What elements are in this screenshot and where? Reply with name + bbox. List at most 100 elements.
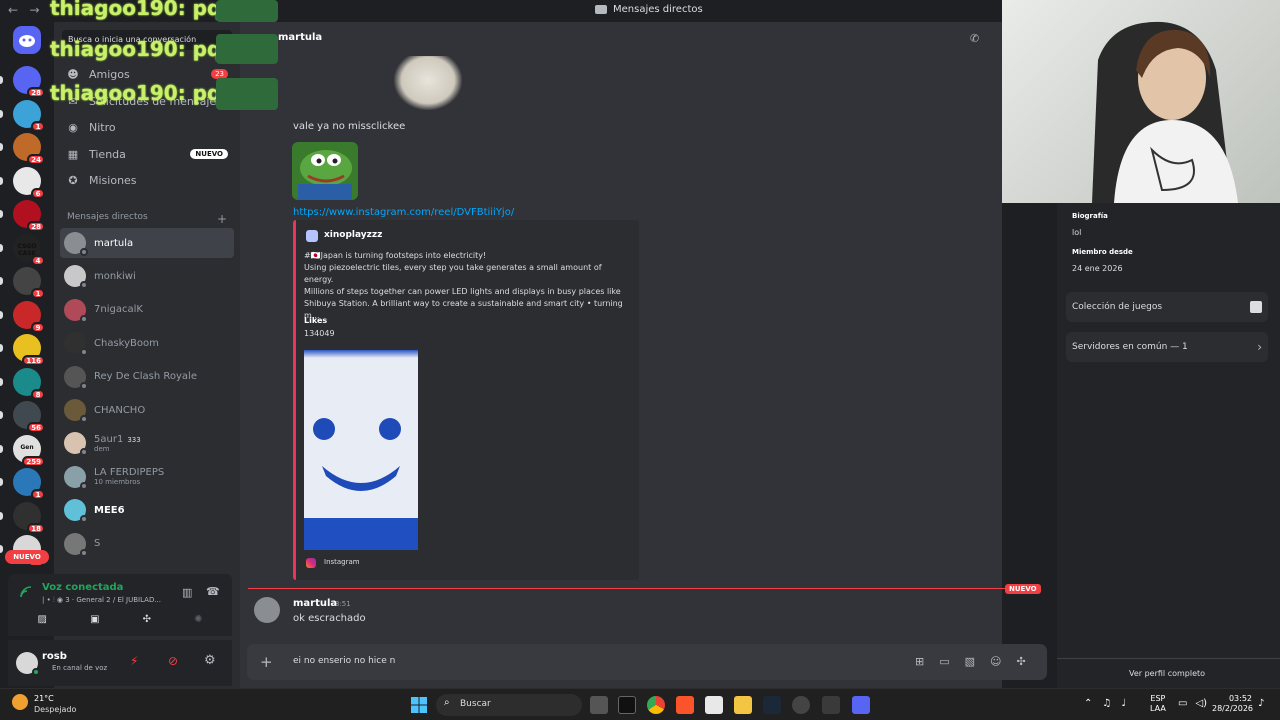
settings-gear-icon[interactable]: ⚙	[204, 653, 216, 668]
dm-name: CHANCHO	[94, 404, 146, 416]
dm-item[interactable]: S	[60, 529, 234, 559]
volume-icon[interactable]: ◁)	[1195, 698, 1207, 709]
mention-badge: 1	[31, 120, 45, 132]
mic-icon[interactable]: ♩	[1121, 698, 1126, 709]
dm-item[interactable]: MEE6	[60, 495, 234, 525]
store-icon[interactable]	[705, 696, 723, 714]
clock[interactable]: 03:52 28/2/2026	[1212, 694, 1253, 714]
emoji-icon[interactable]: ☺	[990, 655, 1001, 668]
steam-icon[interactable]	[763, 696, 781, 714]
nav-label: Amigos	[89, 67, 130, 81]
camera-off-icon[interactable]: ▨	[38, 614, 47, 632]
activities-icon[interactable]: ✣	[143, 614, 151, 632]
dm-item[interactable]: LA FERDIPEPS 10 miembros	[60, 462, 234, 492]
apps-icon[interactable]: ✣	[1017, 655, 1026, 668]
link-embed: xinoplayzzz #🇯🇵Japan is turning footstep…	[293, 220, 639, 580]
embed-thumbnail[interactable]	[304, 350, 418, 550]
screen-share-icon[interactable]: ▣	[90, 614, 99, 632]
dm-item[interactable]: Rey De Clash Royale	[60, 362, 234, 392]
weather-desc[interactable]: Despejado	[34, 705, 76, 714]
server-icon[interactable]: 1	[13, 99, 45, 132]
server-icon[interactable]: 6	[13, 166, 45, 199]
server-icon[interactable]: CSGO CASE 4	[13, 233, 45, 266]
home-button[interactable]	[13, 26, 41, 54]
stream-overlay-message: thiagoo190: pq	[50, 0, 222, 20]
user-avatar[interactable]	[16, 652, 40, 676]
disconnect-icon[interactable]: ☎	[206, 585, 220, 598]
add-dm-button[interactable]: +	[217, 212, 227, 226]
back-icon[interactable]: ←	[8, 3, 18, 17]
deafen-icon[interactable]: ⊘	[168, 654, 178, 668]
dm-item[interactable]: monkiwi	[60, 261, 234, 291]
discord-taskbar-icon[interactable]	[852, 696, 870, 714]
embed-line: Millions of steps together can power LED…	[304, 287, 621, 296]
weather-temp[interactable]: 21°C	[34, 694, 54, 703]
app-icon[interactable]	[822, 696, 840, 714]
windows-start-icon[interactable]	[410, 696, 428, 714]
message-avatar[interactable]	[254, 597, 280, 623]
message-author[interactable]: martula	[293, 598, 337, 609]
unread-pill	[0, 444, 3, 453]
nav-quests[interactable]: ✪ Misiones	[62, 167, 232, 193]
game-icon	[1250, 301, 1262, 313]
soundboard-icon[interactable]: ▥	[182, 586, 192, 599]
notification-bell-icon[interactable]: ♪	[1258, 698, 1264, 709]
server-icon[interactable]: 18	[13, 501, 45, 534]
call-icon[interactable]: ✆	[970, 32, 979, 45]
chevron-up-icon[interactable]: ⌃	[1084, 698, 1092, 709]
server-icon[interactable]: 28	[13, 66, 45, 98]
network-icon[interactable]: ▭	[1178, 698, 1187, 709]
server-icon[interactable]: 8	[13, 367, 45, 400]
server-icon[interactable]: 9	[13, 300, 45, 333]
embed-author[interactable]: xinoplayzzz	[324, 230, 382, 240]
nav-nitro[interactable]: ◉ Nitro	[62, 114, 232, 140]
server-icon[interactable]: 1	[13, 468, 45, 500]
bio-text: lol	[1072, 228, 1082, 237]
unread-pill	[0, 243, 3, 252]
dm-item[interactable]: 7nigacalK	[60, 295, 234, 325]
message-input-text[interactable]: ei no enserio no hice n	[293, 656, 395, 666]
dm-item[interactable]: 5aur1 333 dem	[60, 428, 234, 458]
forward-icon[interactable]: →	[30, 3, 40, 17]
gift-icon[interactable]: ⊞	[915, 655, 924, 668]
nav-label: Misiones	[89, 173, 137, 187]
mention-badge: 24	[27, 154, 45, 165]
task-view-icon[interactable]	[590, 696, 608, 714]
chrome-icon[interactable]	[647, 696, 665, 714]
dm-item[interactable]: martula	[60, 228, 234, 258]
brave-icon[interactable]	[676, 696, 694, 714]
game-collection-button[interactable]: Colección de juegos	[1066, 292, 1268, 322]
epic-games-icon[interactable]	[618, 696, 636, 714]
soundboard-effect-icon[interactable]: ✺	[194, 614, 202, 632]
dm-item[interactable]: ChaskyBoom	[60, 328, 234, 358]
voice-status[interactable]: Voz conectada	[42, 582, 123, 593]
obs-icon[interactable]	[792, 696, 810, 714]
mutual-servers-button[interactable]: Servidores en común — 1 ›	[1066, 332, 1268, 362]
server-icon[interactable]: 56	[13, 401, 45, 433]
file-explorer-icon[interactable]	[734, 696, 752, 714]
server-icon[interactable]: 1	[13, 267, 45, 299]
nav-shop[interactable]: ▦ Tienda NUEVO	[62, 141, 232, 167]
server-icon[interactable]: 28	[13, 200, 45, 232]
embed-line: Using piezoelectric tiles, every step yo…	[304, 263, 602, 284]
gif-icon[interactable]: ▭	[939, 655, 949, 668]
discord-icon	[19, 35, 35, 47]
headset-icon[interactable]: ♫	[1102, 698, 1111, 709]
attach-plus-icon[interactable]: +	[260, 653, 273, 671]
server-icon[interactable]: 116	[13, 334, 45, 366]
compass-icon: ✪	[68, 173, 78, 187]
taskbar-search[interactable]: Buscar	[436, 694, 582, 716]
voice-channel[interactable]: | • ⫶ ◉ 3 · General 2 / El JUBILAD...	[42, 596, 161, 605]
dm-item[interactable]: CHANCHO	[60, 395, 234, 425]
new-servers-pill[interactable]: NUEVO	[5, 550, 49, 564]
language-indicator[interactable]: ESP LAA	[1150, 694, 1166, 714]
sticker-icon[interactable]: ▧	[965, 655, 975, 668]
mutual-servers-label: Servidores en común — 1	[1072, 342, 1188, 352]
view-full-profile-button[interactable]: Ver perfil completo	[1129, 669, 1205, 678]
mic-muted-icon[interactable]: ⚡	[130, 654, 138, 668]
server-icon[interactable]: Gen 259	[13, 434, 45, 467]
server-icon[interactable]: 24	[13, 133, 45, 165]
message-input[interactable]: + ei no enserio no hice n ⊞ ▭ ▧ ☺ ✣	[247, 644, 1047, 680]
instagram-link[interactable]: https://www.instagram.com/reel/DVFBtiiiY…	[293, 207, 514, 218]
server-initials: CSGO CASE	[17, 242, 37, 257]
